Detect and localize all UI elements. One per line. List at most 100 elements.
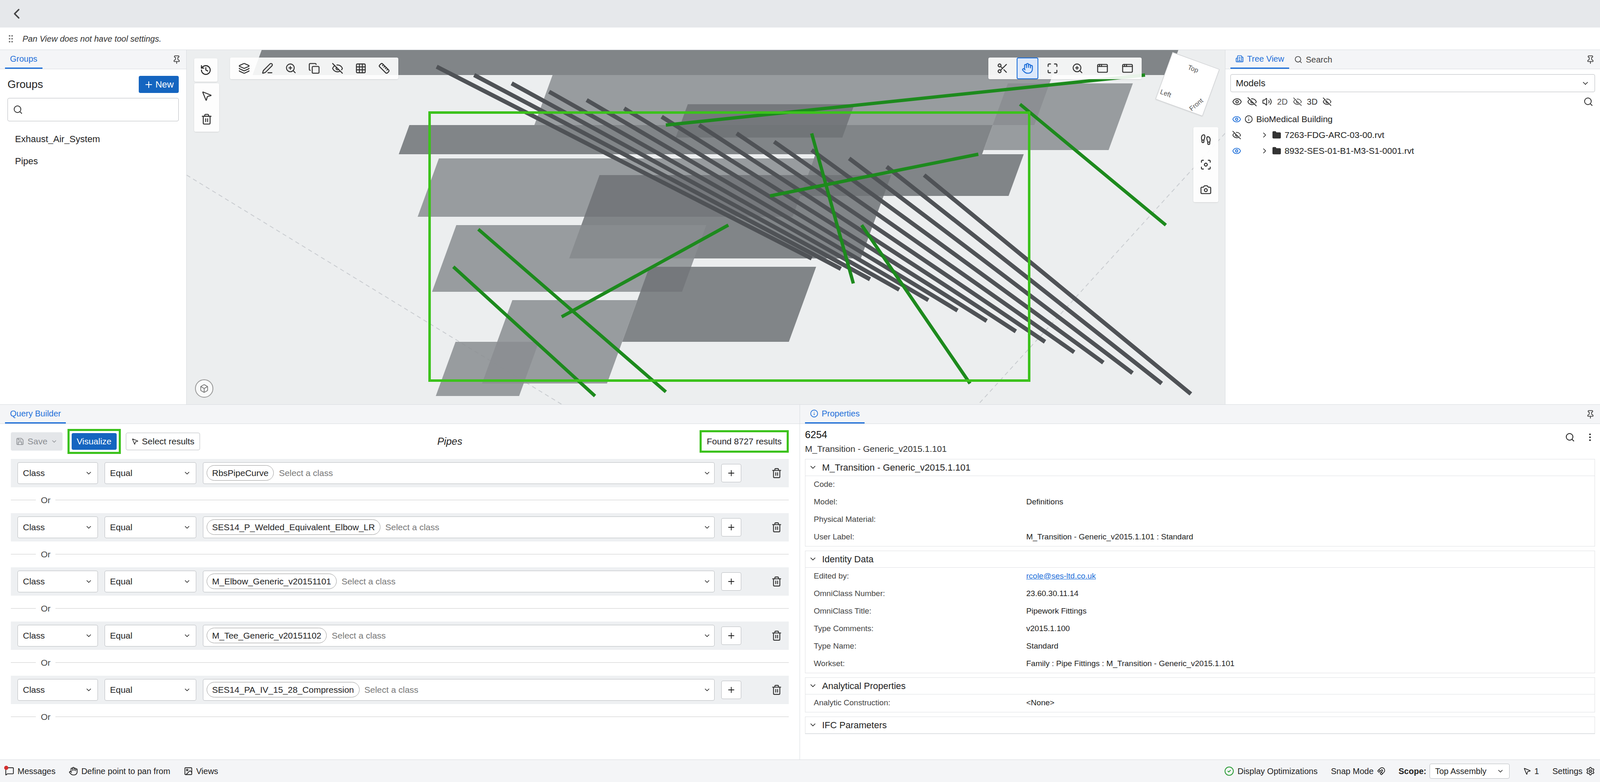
value-chip[interactable]: SES14_PA_IV_15_28_Compression	[206, 681, 360, 698]
tool-button[interactable]	[326, 57, 349, 80]
visible-icon[interactable]	[1232, 146, 1242, 156]
search-icon[interactable]	[1565, 432, 1575, 443]
selection-count[interactable]: 1	[1522, 764, 1540, 778]
panel-tab[interactable]: Properties	[805, 404, 865, 424]
more-icon[interactable]	[1585, 432, 1595, 443]
tool-button[interactable]	[1195, 153, 1217, 176]
show-all-icon[interactable]	[1232, 96, 1243, 107]
tool-button[interactable]	[303, 57, 325, 80]
section-header[interactable]: M_Transition - Generic_v2015.1.101	[805, 459, 1595, 476]
tool-button[interactable]	[373, 57, 395, 80]
tool-button[interactable]	[1041, 57, 1064, 80]
tool-button[interactable]	[195, 85, 218, 107]
pin-icon[interactable]	[1585, 55, 1595, 65]
cube-face-left[interactable]: Left	[1158, 87, 1173, 101]
add-condition-button[interactable]	[721, 517, 742, 537]
snap-mode[interactable]: Snap Mode	[1330, 764, 1385, 778]
display-optimizations[interactable]: Display Optimizations	[1224, 764, 1318, 778]
value-select[interactable]: M_Elbow_Generic_v20151101Select a class	[202, 570, 715, 593]
tool-button[interactable]	[280, 57, 302, 80]
save-button[interactable]: Save	[10, 432, 63, 451]
value-chip[interactable]: M_Tee_Generic_v20151102	[206, 627, 327, 644]
visualize-button[interactable]: Visualize	[71, 432, 117, 450]
tool-button[interactable]	[256, 57, 279, 80]
value-select[interactable]: M_Tee_Generic_v20151102Select a class	[202, 624, 715, 647]
add-condition-button[interactable]	[721, 463, 742, 483]
group-item[interactable]: Exhaust_Air_System	[0, 127, 187, 150]
back-icon[interactable]	[8, 5, 25, 23]
value-select[interactable]: SES14_PA_IV_15_28_CompressionSelect a cl…	[202, 678, 715, 701]
hidden-icon[interactable]	[1232, 130, 1242, 140]
messages-button[interactable]: Messages	[5, 764, 56, 778]
2d-toggle[interactable]: 2D	[1277, 95, 1288, 108]
value-chip[interactable]: SES14_P_Welded_Equivalent_Elbow_LR	[206, 519, 381, 535]
delete-icon[interactable]	[771, 575, 783, 587]
tool-button[interactable]	[350, 57, 372, 80]
tool-button[interactable]	[1195, 178, 1217, 201]
tool-button[interactable]	[195, 108, 218, 130]
add-condition-button[interactable]	[721, 572, 742, 591]
tree-node[interactable]: BioMedical Building	[1232, 111, 1594, 128]
value-select[interactable]: SES14_P_Welded_Equivalent_Elbow_LRSelect…	[202, 516, 715, 538]
history-button[interactable]	[194, 58, 218, 82]
drag-handle-icon[interactable]	[5, 33, 16, 44]
add-condition-button[interactable]	[721, 626, 742, 645]
tool-button[interactable]	[1116, 57, 1139, 80]
add-condition-button[interactable]	[721, 680, 742, 699]
visible-icon[interactable]	[1232, 114, 1242, 124]
tree-node[interactable]: 8932-SES-01-B1-M3-S1-0001.rvt	[1232, 142, 1594, 159]
groups-search-input[interactable]	[26, 102, 174, 117]
value-chip[interactable]: RbsPipeCurve	[206, 465, 274, 481]
section-header[interactable]: Identity Data	[805, 550, 1595, 568]
pin-icon[interactable]	[1585, 409, 1595, 419]
views-button[interactable]: Views	[183, 764, 219, 778]
tree-tab[interactable]: Tree View	[1230, 50, 1290, 69]
tool-button[interactable]	[1066, 57, 1089, 80]
select-results-button[interactable]: Select results	[125, 432, 200, 450]
new-group-button[interactable]: New	[138, 75, 179, 93]
group-item[interactable]: Pipes	[0, 150, 187, 173]
tree-search-icon[interactable]	[1583, 96, 1594, 107]
delete-icon[interactable]	[771, 630, 783, 641]
hide-all-icon[interactable]	[1247, 96, 1258, 107]
expand-icon[interactable]	[1260, 146, 1269, 155]
panel-tab[interactable]: Query Builder	[5, 404, 66, 424]
property-link[interactable]: rcole@ses-ltd.co.uk	[1026, 570, 1096, 583]
panel-tab[interactable]: Groups	[5, 50, 43, 69]
viewport-3d[interactable]: Top Left Front	[186, 50, 1225, 405]
field-select[interactable]: Class	[17, 678, 98, 701]
delete-icon[interactable]	[771, 467, 783, 479]
operator-select[interactable]: Equal	[104, 678, 197, 701]
field-select[interactable]: Class	[17, 624, 98, 647]
delete-icon[interactable]	[771, 521, 783, 533]
field-select[interactable]: Class	[17, 462, 98, 484]
isolate-icon[interactable]	[1262, 96, 1273, 107]
models-dropdown[interactable]: Models	[1230, 74, 1595, 93]
value-chip[interactable]: M_Elbow_Generic_v20151101	[206, 573, 337, 590]
cube-face-top[interactable]: Top	[1186, 62, 1200, 76]
settings-button[interactable]: Settings	[1552, 764, 1595, 778]
operator-select[interactable]: Equal	[104, 624, 197, 647]
tool-button[interactable]	[1091, 57, 1114, 80]
operator-select[interactable]: Equal	[104, 516, 197, 538]
tool-button[interactable]	[1016, 57, 1039, 80]
pin-icon[interactable]	[172, 55, 182, 65]
groups-search[interactable]	[7, 97, 179, 122]
tree-node[interactable]: 7263-FDG-ARC-03-00.rvt	[1232, 127, 1594, 143]
section-header[interactable]: IFC Parameters	[805, 716, 1595, 734]
tool-button[interactable]	[1195, 128, 1217, 151]
value-select[interactable]: RbsPipeCurveSelect a class	[202, 462, 715, 484]
3d-hide-icon[interactable]	[1322, 97, 1332, 107]
field-select[interactable]: Class	[17, 570, 98, 593]
operator-select[interactable]: Equal	[104, 570, 197, 593]
tool-button[interactable]	[233, 57, 255, 80]
section-header[interactable]: Analytical Properties	[805, 677, 1595, 695]
tool-button[interactable]	[991, 57, 1014, 80]
scope-select[interactable]: Top Assembly	[1429, 763, 1510, 779]
operator-select[interactable]: Equal	[104, 462, 197, 484]
field-select[interactable]: Class	[17, 516, 98, 538]
2d-hide-icon[interactable]	[1292, 97, 1303, 107]
expand-icon[interactable]	[1260, 130, 1269, 140]
3d-toggle[interactable]: 3D	[1307, 95, 1318, 108]
cube-face-front[interactable]: Front	[1187, 95, 1206, 114]
